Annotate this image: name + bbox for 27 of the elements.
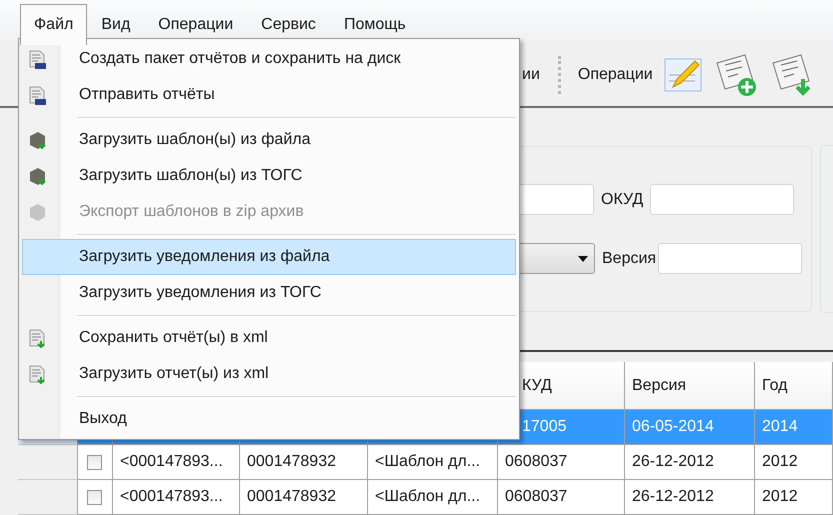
table-cell: <000147893... xyxy=(113,480,240,515)
table-cell: 2012 xyxy=(755,445,833,480)
toolbar-label: ии xyxy=(522,66,540,84)
table-cell: 26-12-2012 xyxy=(625,445,755,480)
table-cell: <000147893... xyxy=(113,445,240,480)
menu-item[interactable]: Файл xyxy=(20,4,88,45)
menu-item[interactable]: Отправить отчёты xyxy=(22,77,516,113)
table-cell: 2014 xyxy=(755,410,833,445)
menu-item[interactable]: Загрузить уведомления из файла xyxy=(22,239,516,275)
table-cell: <Шаблон дл... xyxy=(368,480,498,515)
menu-item[interactable]: Сохранить отчёт(ы) в xml xyxy=(22,320,516,356)
column-header[interactable]: Год xyxy=(755,362,833,410)
table-cell: 0608037 xyxy=(498,445,625,480)
table-cell: <Шаблон дл... xyxy=(368,445,498,480)
table-cell: 0001478932 xyxy=(240,480,368,515)
menu-item[interactable]: Загрузить уведомления из ТОГС xyxy=(22,275,516,311)
table-cell: 0001478932 xyxy=(240,445,368,480)
column-header[interactable]: Версия xyxy=(625,362,755,410)
table-cell: 0608037 xyxy=(498,480,625,515)
field-label: Версия xyxy=(602,250,656,268)
toolbar-label: Операции xyxy=(578,66,653,84)
table-cell: 26-12-2012 xyxy=(625,480,755,515)
table-cell: 06-05-2014 xyxy=(625,410,755,445)
menu-item[interactable]: Загрузить шаблон(ы) из файла xyxy=(22,122,516,158)
field-label: ОКУД xyxy=(601,190,644,208)
menu-item[interactable]: Загрузить шаблон(ы) из ТОГС xyxy=(22,158,516,194)
table-cell: 2012 xyxy=(755,480,833,515)
